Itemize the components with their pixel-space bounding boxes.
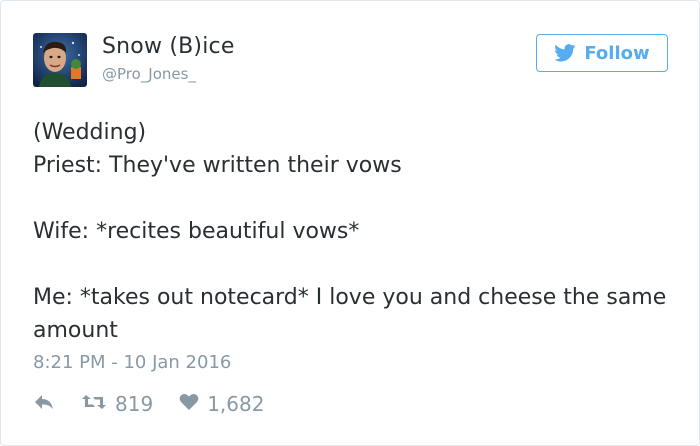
like-count: 1,682	[207, 392, 265, 416]
tweet-line: Priest: They've written their vows	[33, 153, 402, 178]
follow-label: Follow	[584, 42, 650, 64]
twitter-bird-icon	[554, 44, 576, 62]
retweet-icon	[81, 393, 107, 415]
reply-button[interactable]	[33, 393, 55, 415]
tweet-timestamp[interactable]: 8:21 PM - 10 Jan 2016	[33, 352, 231, 373]
retweet-button[interactable]: 819	[81, 392, 153, 416]
tweet-line: Me: *takes out notecard* I love you and …	[33, 285, 667, 343]
avatar-photo	[33, 33, 87, 87]
tweet-actions: 819 1,682	[33, 391, 264, 417]
retweet-count: 819	[115, 392, 154, 416]
tweet-text: (Wedding) Priest: They've written their …	[33, 116, 673, 347]
heart-icon	[179, 393, 199, 415]
tweet-line: Wife: *recites beautiful vows*	[33, 219, 360, 244]
tweet-card: Snow (B)ice @Pro_Jones_ Follow (Wedding)…	[0, 0, 700, 446]
like-button[interactable]: 1,682	[179, 392, 264, 416]
author-display-name[interactable]: Snow (B)ice	[102, 34, 235, 59]
reply-arrow-icon	[33, 393, 55, 415]
follow-button[interactable]: Follow	[536, 34, 668, 72]
author-handle[interactable]: @Pro_Jones_	[102, 65, 196, 83]
tweet-line: (Wedding)	[33, 120, 147, 145]
author-avatar[interactable]	[33, 33, 87, 87]
